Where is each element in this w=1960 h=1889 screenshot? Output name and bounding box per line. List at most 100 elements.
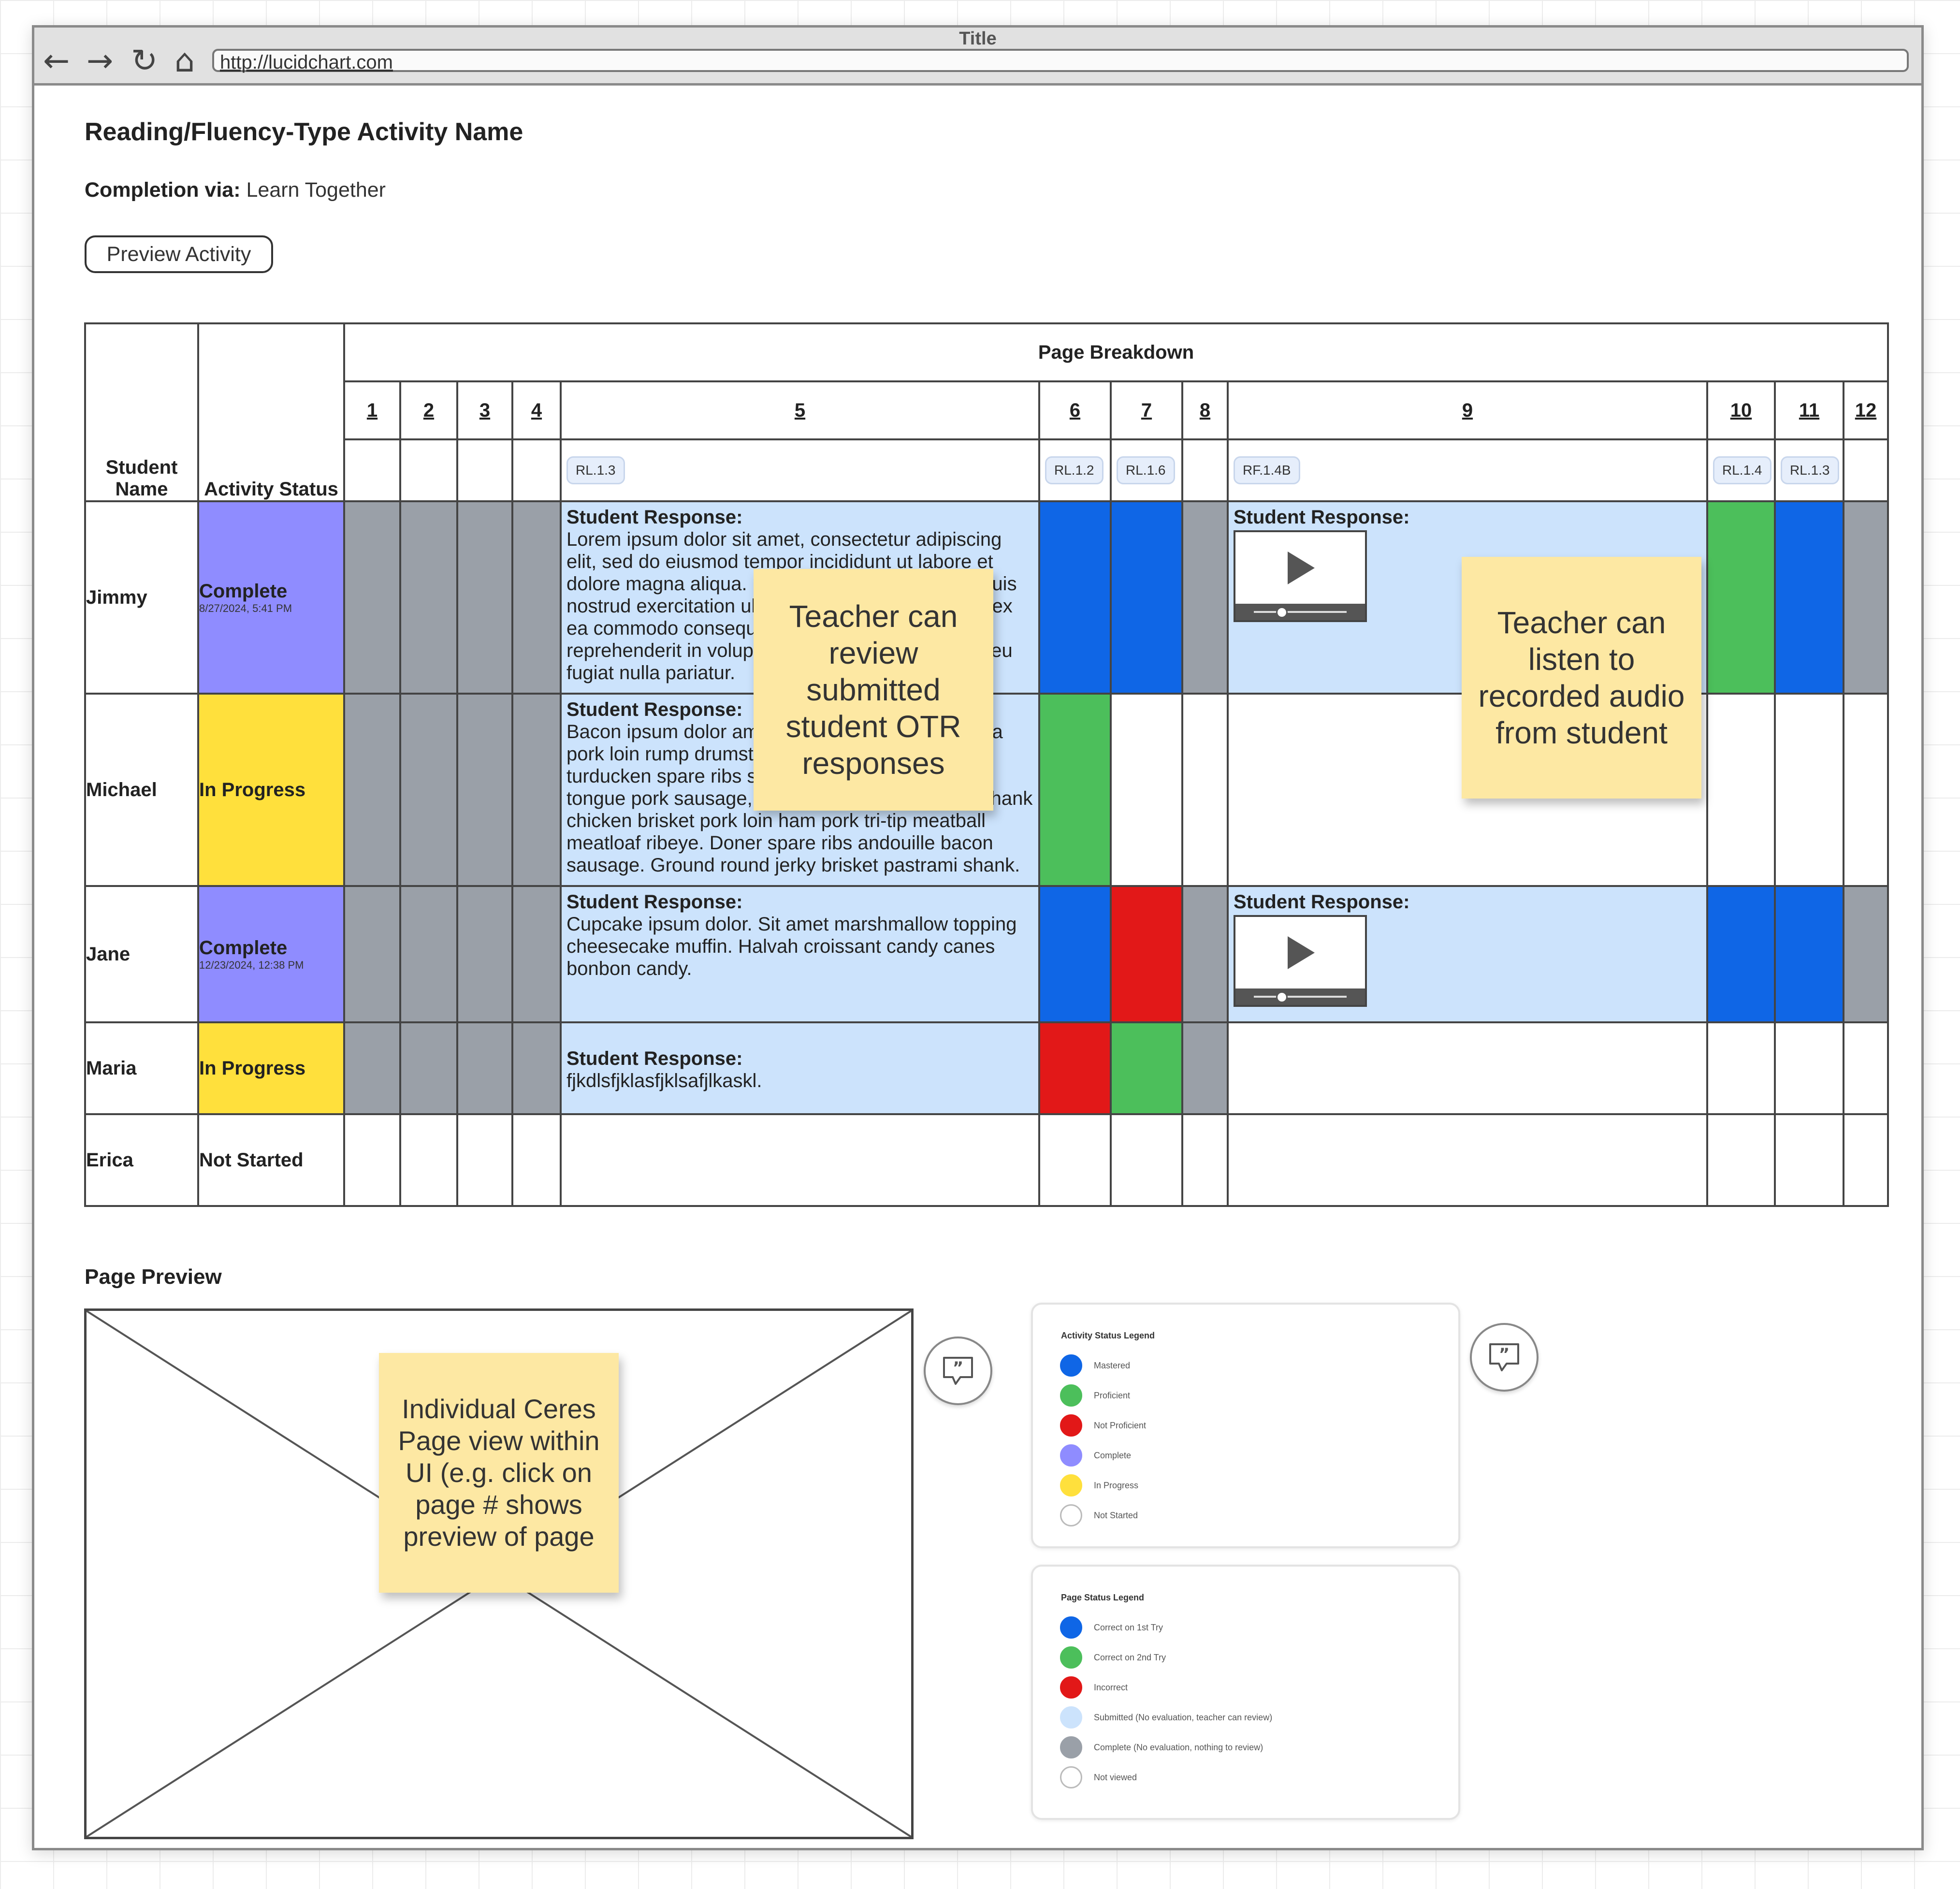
- activity-status-cell[interactable]: Complete 8/27/2024, 5:41 PM: [197, 500, 345, 695]
- student-audio-response-cell[interactable]: Student Response:: [1227, 885, 1708, 1023]
- page-status-cell[interactable]: [511, 500, 562, 695]
- legend-label: Incorrect: [1094, 1682, 1128, 1692]
- page-status-cell[interactable]: [1181, 1021, 1229, 1115]
- reload-icon[interactable]: ↻: [131, 45, 158, 77]
- page-status-cell[interactable]: [1774, 693, 1844, 887]
- page-status-cell[interactable]: [1706, 1021, 1776, 1115]
- page-status-cell[interactable]: [1706, 500, 1776, 695]
- page-link-8[interactable]: 8: [1181, 380, 1229, 440]
- page-status-cell[interactable]: [1843, 693, 1889, 887]
- page-status-cell[interactable]: [399, 1021, 458, 1115]
- page-status-cell[interactable]: [1706, 693, 1776, 887]
- page-link-9[interactable]: 9: [1227, 380, 1708, 440]
- forward-arrow-icon[interactable]: →: [87, 45, 113, 77]
- play-icon[interactable]: [1288, 936, 1315, 969]
- page-status-cell[interactable]: [1843, 885, 1889, 1023]
- activity-status-cell[interactable]: In Progress: [197, 693, 345, 887]
- activity-status-cell[interactable]: Not Started: [197, 1113, 345, 1207]
- legend-label: Complete: [1094, 1450, 1132, 1460]
- page-status-cell[interactable]: [511, 693, 562, 887]
- audio-scrubber[interactable]: [1235, 988, 1365, 1005]
- scrubber-knob[interactable]: [1276, 607, 1288, 618]
- page-status-cell[interactable]: [343, 1113, 401, 1207]
- page-status-cell[interactable]: [1706, 1113, 1776, 1207]
- browser-window: Title ← → ↻ ⌂ http://lucidchart.com Read…: [32, 25, 1924, 1850]
- page-status-cell[interactable]: [1181, 500, 1229, 695]
- page-status-cell[interactable]: [1181, 693, 1229, 887]
- audio-player[interactable]: [1234, 915, 1367, 1007]
- page-status-cell[interactable]: [343, 885, 401, 1023]
- page-status-cell[interactable]: [1706, 885, 1776, 1023]
- page-status-cell[interactable]: [1038, 500, 1112, 695]
- comment-icon[interactable]: ”: [924, 1337, 992, 1405]
- page-status-cell[interactable]: [1774, 885, 1844, 1023]
- page-status-cell[interactable]: [399, 693, 458, 887]
- page-status-cell[interactable]: [399, 1113, 458, 1207]
- page-status-cell[interactable]: [343, 500, 401, 695]
- completion-info: Completion via: Learn Together: [85, 178, 386, 202]
- page-status-cell[interactable]: [1110, 693, 1183, 887]
- page-status-cell[interactable]: [1110, 885, 1183, 1023]
- comment-icon[interactable]: ”: [1470, 1323, 1539, 1392]
- table-row: Erica Not Started: [84, 1113, 1889, 1207]
- page-link-5[interactable]: 5: [560, 380, 1040, 440]
- page-status-cell[interactable]: [456, 693, 513, 887]
- page-status-cell[interactable]: [511, 1021, 562, 1115]
- page-status-cell[interactable]: [1038, 1113, 1112, 1207]
- page-link-4[interactable]: 4: [511, 380, 562, 440]
- audio-player[interactable]: [1234, 530, 1367, 622]
- page-link-6[interactable]: 6: [1038, 380, 1112, 440]
- page-status-cell[interactable]: [1843, 1113, 1889, 1207]
- page-status-cell[interactable]: [1774, 1113, 1844, 1207]
- url-text: http://lucidchart.com: [220, 52, 393, 73]
- page-status-cell[interactable]: [1227, 1113, 1708, 1207]
- page-status-cell[interactable]: [1843, 1021, 1889, 1115]
- page-status-cell[interactable]: [456, 885, 513, 1023]
- legend-swatch-icon: [1060, 1766, 1082, 1788]
- address-bar[interactable]: http://lucidchart.com: [212, 49, 1909, 73]
- page-link-11[interactable]: 11: [1774, 380, 1844, 440]
- header-student-name: Student Name: [84, 322, 199, 502]
- page-status-cell[interactable]: [1181, 885, 1229, 1023]
- page-link-12[interactable]: 12: [1843, 380, 1889, 440]
- page-status-cell[interactable]: [1181, 1113, 1229, 1207]
- home-icon[interactable]: ⌂: [174, 45, 195, 77]
- page-status-cell[interactable]: [343, 693, 401, 887]
- page-status-cell[interactable]: [456, 1113, 513, 1207]
- page-status-cell[interactable]: [560, 1113, 1040, 1207]
- page-status-cell[interactable]: [1038, 1021, 1112, 1115]
- page-status-cell[interactable]: [1110, 1021, 1183, 1115]
- page-link-10[interactable]: 10: [1706, 380, 1776, 440]
- preview-activity-button[interactable]: Preview Activity: [85, 235, 273, 273]
- page-status-cell[interactable]: [511, 885, 562, 1023]
- page-status-legend: Page Status Legend Correct on 1st Try Cor…: [1031, 1565, 1460, 1820]
- audio-scrubber[interactable]: [1235, 604, 1365, 620]
- activity-status-cell[interactable]: Complete 12/23/2024, 12:38 PM: [197, 885, 345, 1023]
- page-status-cell[interactable]: [399, 885, 458, 1023]
- response-label: Student Response:: [1234, 891, 1410, 913]
- page-link-3[interactable]: 3: [456, 380, 513, 440]
- page-status-cell[interactable]: [343, 1021, 401, 1115]
- play-icon[interactable]: [1288, 552, 1315, 584]
- student-response-cell[interactable]: Student Response: fjkdlsfjklasfjklsafjlk…: [560, 1021, 1040, 1115]
- page-status-cell[interactable]: [511, 1113, 562, 1207]
- page-status-cell[interactable]: [1038, 885, 1112, 1023]
- page-link-1[interactable]: 1: [343, 380, 401, 440]
- page-status-cell[interactable]: [456, 1021, 513, 1115]
- page-link-2[interactable]: 2: [399, 380, 458, 440]
- student-response-cell[interactable]: Student Response: Cupcake ipsum dolor. S…: [560, 885, 1040, 1023]
- activity-status-cell[interactable]: In Progress: [197, 1021, 345, 1115]
- page-link-7[interactable]: 7: [1110, 380, 1183, 440]
- page-status-cell[interactable]: [1038, 693, 1112, 887]
- page-status-cell[interactable]: [456, 500, 513, 695]
- back-arrow-icon[interactable]: ←: [43, 45, 70, 77]
- page-status-cell[interactable]: [399, 500, 458, 695]
- page-status-cell[interactable]: [1227, 1021, 1708, 1115]
- legend-item: In Progress: [1060, 1470, 1458, 1500]
- page-status-cell[interactable]: [1843, 500, 1889, 695]
- page-status-cell[interactable]: [1774, 1021, 1844, 1115]
- page-status-cell[interactable]: [1110, 1113, 1183, 1207]
- page-status-cell[interactable]: [1774, 500, 1844, 695]
- scrubber-knob[interactable]: [1276, 991, 1288, 1003]
- page-status-cell[interactable]: [1110, 500, 1183, 695]
